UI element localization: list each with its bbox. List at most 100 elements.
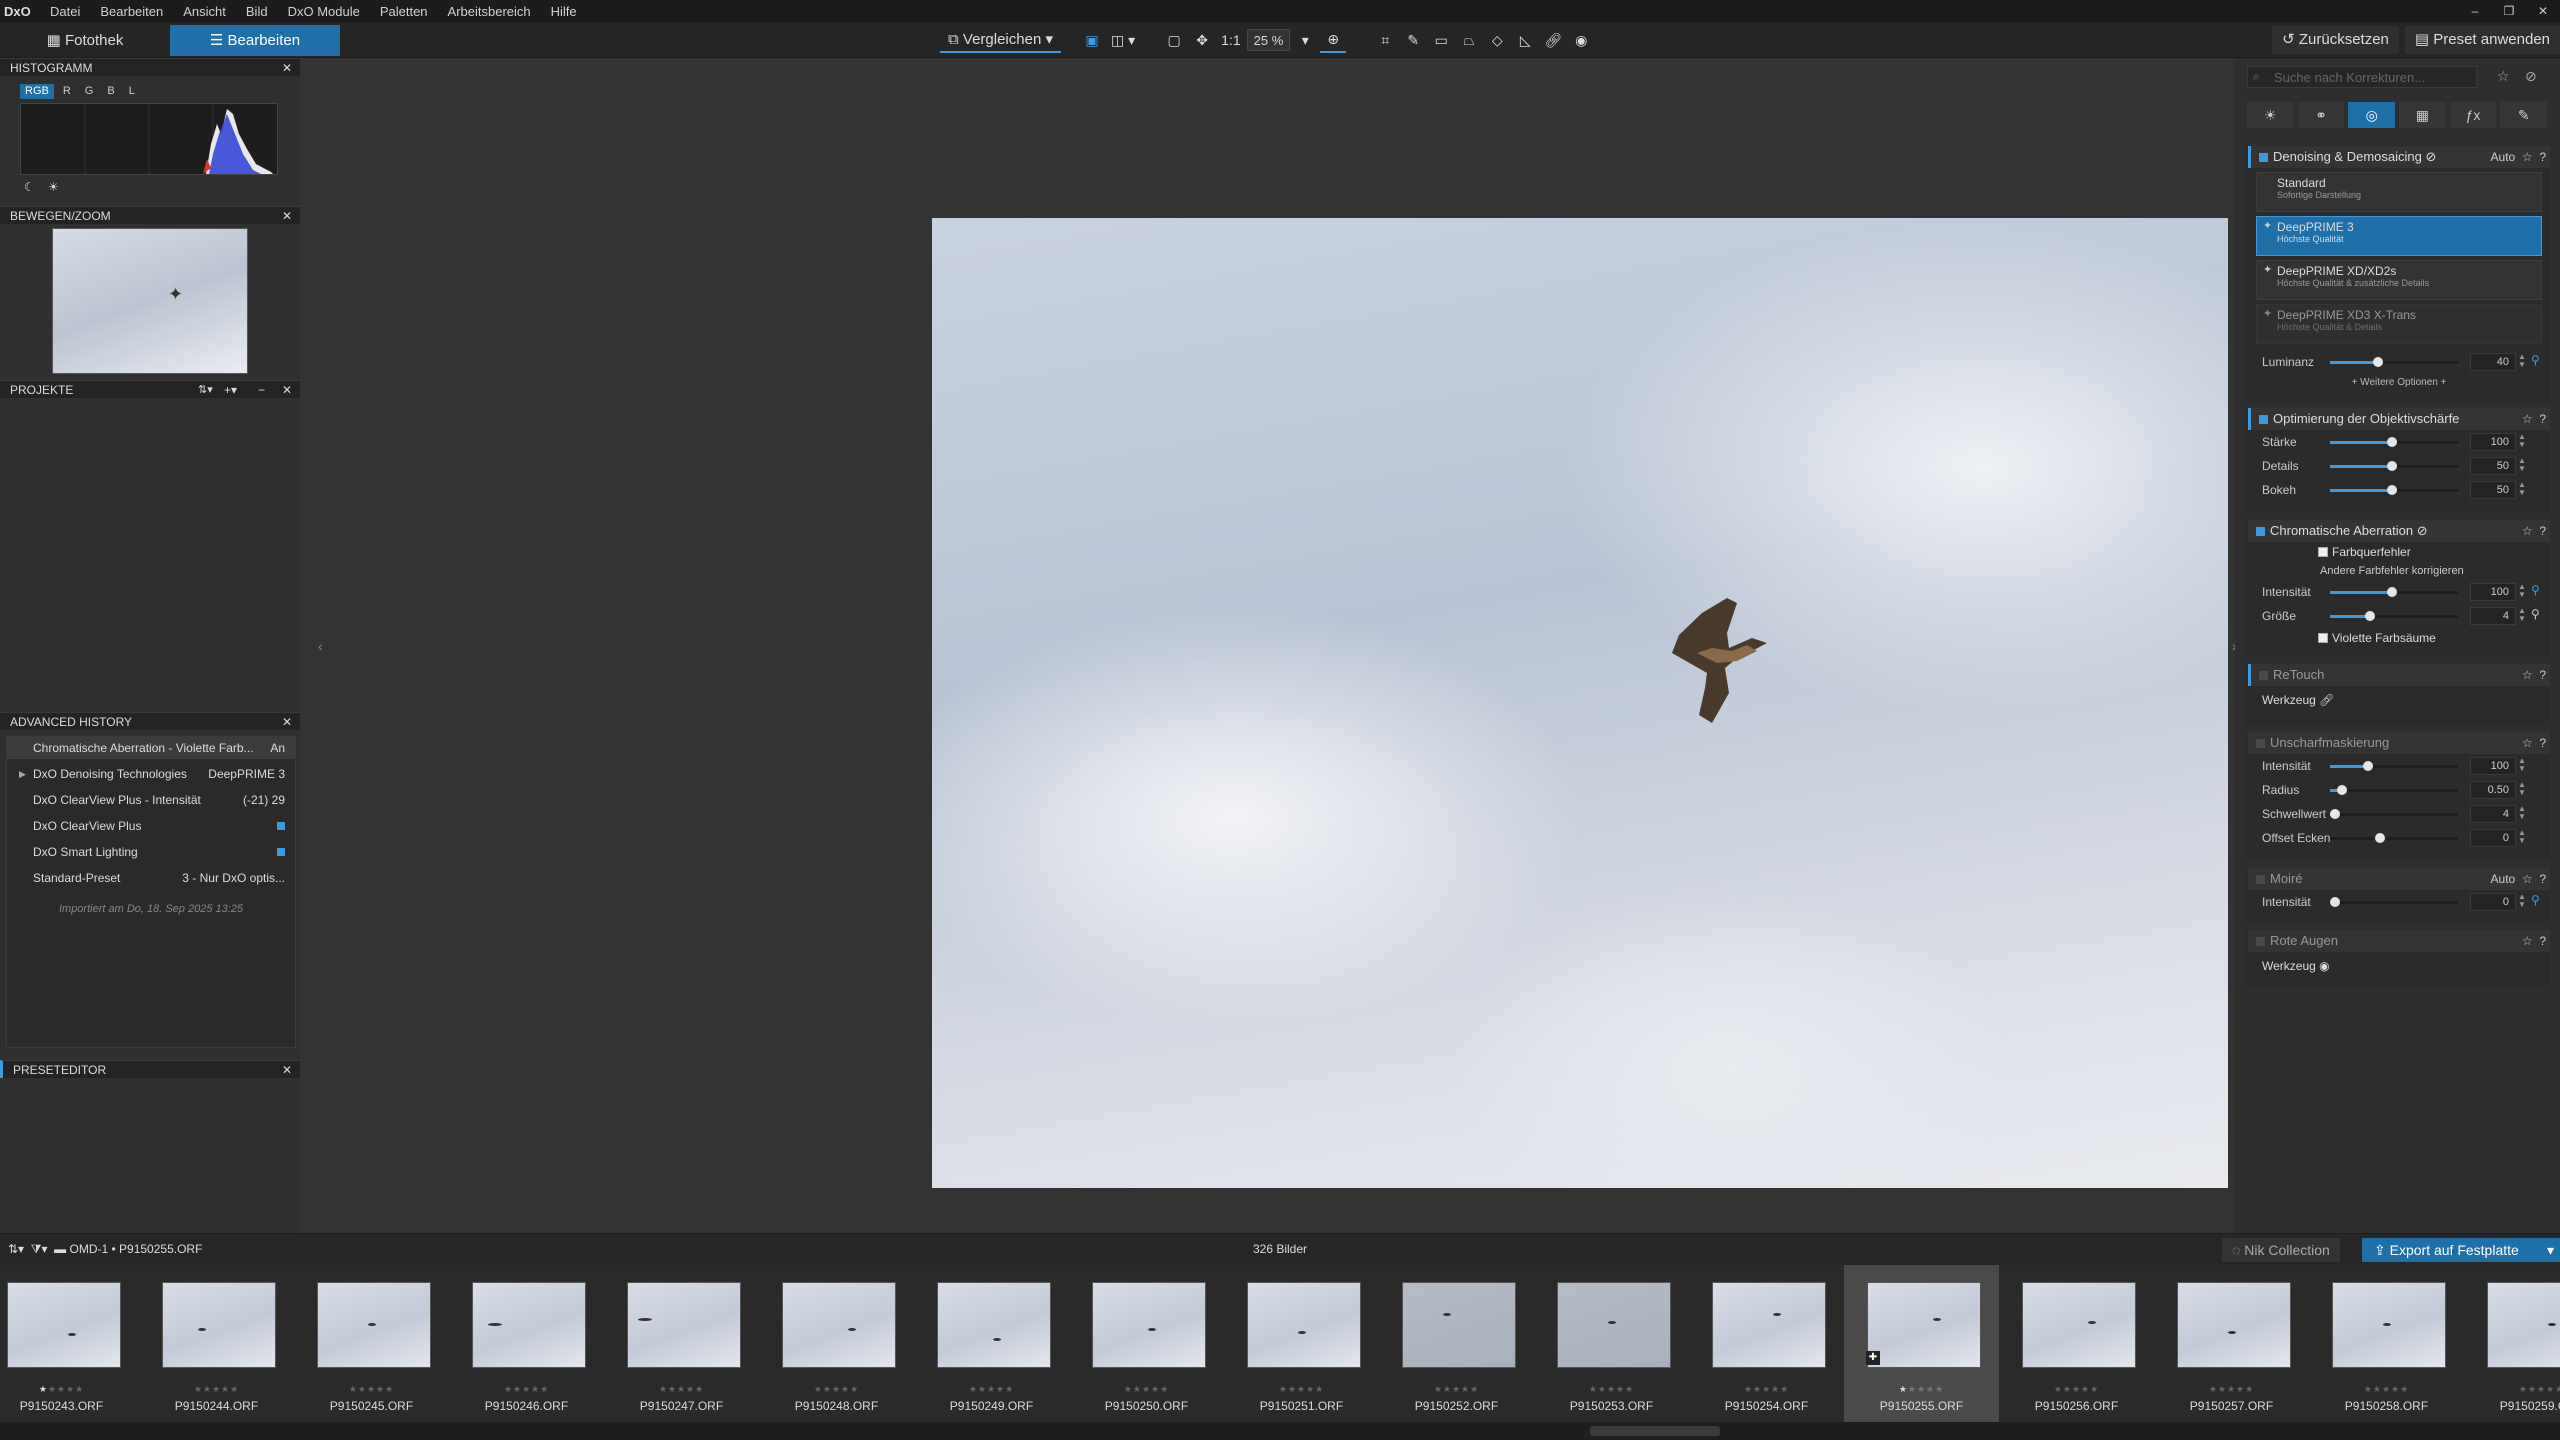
geometry-icon[interactable]: ▦: [2399, 102, 2446, 128]
thumbnail[interactable]: ★★★★★ P9150251.ORF: [1224, 1265, 1379, 1422]
menu-arbeitsbereich[interactable]: Arbeitsbereich: [438, 4, 541, 19]
slider-knob[interactable]: [2387, 437, 2397, 447]
slider-knob[interactable]: [2387, 461, 2397, 471]
horizon-icon[interactable]: ▭: [1428, 27, 1454, 53]
thumbnail[interactable]: ★★★★★ P9150254.ORF: [1689, 1265, 1844, 1422]
local-icon[interactable]: ✎: [2500, 102, 2548, 128]
search-input[interactable]: Suche nach Korrekturen...: [2247, 66, 2477, 88]
help-icon[interactable]: ?: [2539, 872, 2546, 886]
filmstrip-scrollbar[interactable]: [0, 1422, 2560, 1440]
chroma-header[interactable]: Chromatische Aberration ⊘ ☆ ?: [2248, 520, 2550, 542]
history-row[interactable]: DxO Smart Lighting: [7, 841, 295, 863]
slider-knob[interactable]: [2337, 785, 2347, 795]
effects-icon[interactable]: ƒx: [2449, 102, 2497, 128]
help-icon[interactable]: ?: [2539, 150, 2546, 164]
rating-stars[interactable]: ★★★★★: [759, 1384, 914, 1395]
rating-stars[interactable]: ★★★★★: [604, 1384, 759, 1395]
redeye-header[interactable]: Rote Augen ☆ ?: [2248, 930, 2550, 952]
menu-paletten[interactable]: Paletten: [370, 4, 438, 19]
rating-stars[interactable]: ★★★★★: [2154, 1384, 2309, 1395]
close-icon[interactable]: ✕: [282, 1061, 292, 1079]
unsharp-toggle[interactable]: [2256, 739, 2265, 748]
history-row[interactable]: DxO ClearView Plus - Intensität (-21) 29: [7, 789, 295, 811]
checkbox[interactable]: [2318, 633, 2328, 643]
unsharp-header[interactable]: Unscharfmaskierung ☆ ?: [2248, 732, 2550, 754]
slider-knob[interactable]: [2387, 485, 2397, 495]
denoise-option[interactable]: ✦ DeepPRIME XD3 X-Trans Höchste Qualität &…: [2256, 304, 2542, 344]
eye-icon[interactable]: ◉: [2319, 959, 2329, 973]
stepper-icon[interactable]: ▲ ▼: [2518, 805, 2526, 821]
slider-knob[interactable]: [2375, 833, 2385, 843]
rating-stars[interactable]: ★★★★★: [449, 1384, 604, 1395]
thumbnail[interactable]: ★★★★★ P9150244.ORF: [139, 1265, 294, 1422]
denoise-option[interactable]: Standard Sofortige Darstellung: [2256, 172, 2542, 212]
slider-track[interactable]: [2330, 357, 2458, 367]
slider-value[interactable]: 0: [2470, 893, 2516, 911]
stepper-icon[interactable]: ▲ ▼: [2518, 757, 2526, 773]
retouch-toggle[interactable]: [2259, 671, 2268, 680]
close-icon[interactable]: ✕: [282, 207, 292, 225]
auto-wand-icon[interactable]: ⚲: [2531, 583, 2540, 597]
chevron-down-icon[interactable]: ▾: [2547, 1238, 2554, 1262]
crop-icon[interactable]: ⌗: [1372, 27, 1398, 53]
auto-wand-icon[interactable]: ⚲: [2531, 353, 2540, 367]
slider-knob[interactable]: [2365, 611, 2375, 621]
rating-stars[interactable]: ★★★★★: [1689, 1384, 1844, 1395]
history-row[interactable]: ▶ DxO Denoising Technologies DeepPRIME 3: [7, 763, 295, 785]
thumbnail-selected[interactable]: ✚ ★★★★★ P9150255.ORF: [1844, 1265, 1999, 1422]
channel-r[interactable]: R: [58, 84, 76, 99]
thumbnail[interactable]: ★★★★★ P9150243.ORF: [0, 1265, 139, 1422]
minimize-icon[interactable]: –: [2458, 0, 2492, 22]
bandage-icon[interactable]: 🩹︎: [2319, 693, 2334, 707]
denoise-header[interactable]: Denoising & Demosaicing ⊘ Auto ☆ ?: [2248, 146, 2550, 168]
purple-fringe-checkbox[interactable]: Violette Farbsäume: [2248, 628, 2550, 648]
channel-rgb[interactable]: RGB: [20, 84, 54, 99]
stepper-icon[interactable]: ▲ ▼: [2518, 893, 2526, 909]
moire-intensity-slider[interactable]: Intensität 0 ▲ ▼ ⚲: [2248, 890, 2550, 914]
close-icon[interactable]: ✕: [282, 381, 292, 399]
chroma-intensity-slider[interactable]: Intensität 100 ▲ ▼ ⚲: [2248, 580, 2550, 604]
slider-value[interactable]: 100: [2470, 757, 2516, 775]
perspective-icon[interactable]: ⏢: [1456, 27, 1482, 53]
highlight-clip-icon[interactable]: ☀: [48, 180, 59, 194]
thumbnail[interactable]: ★★★★★ P9150253.ORF: [1534, 1265, 1689, 1422]
denoise-toggle[interactable]: [2259, 153, 2268, 162]
collapse-left-icon[interactable]: ‹: [318, 638, 323, 654]
thumbnail[interactable]: ★★★★★ P9150245.ORF: [294, 1265, 449, 1422]
compare-button[interactable]: ⧉ Vergleichen ▾: [940, 27, 1061, 53]
shadow-clip-icon[interactable]: ☾: [24, 180, 35, 194]
apply-preset-button[interactable]: ▤ Preset anwenden: [2404, 26, 2560, 54]
thumbnail[interactable]: ★★★★★ P9150249.ORF: [914, 1265, 1069, 1422]
filter-icon[interactable]: ⧩▾: [31, 1242, 48, 1256]
rating-stars[interactable]: ★★★★★: [0, 1384, 139, 1395]
auto-wand-icon[interactable]: ⚲: [2531, 893, 2540, 907]
navigator-thumbnail[interactable]: ✦: [52, 228, 248, 374]
slider-value[interactable]: 0: [2470, 829, 2516, 847]
checkbox[interactable]: [2318, 547, 2328, 557]
menu-hilfe[interactable]: Hilfe: [541, 4, 587, 19]
retouch-header[interactable]: ReTouch ☆ ?: [2248, 664, 2550, 686]
rating-stars[interactable]: ★★★★★: [1069, 1384, 1224, 1395]
denoise-mode[interactable]: Auto: [2491, 150, 2516, 164]
rating-stars[interactable]: ★★★★★: [294, 1384, 449, 1395]
star-icon[interactable]: ☆: [2522, 412, 2533, 426]
repair-icon[interactable]: 🔗︎: [1540, 27, 1566, 53]
histogram-header[interactable]: HISTOGRAMM ✕: [0, 58, 300, 76]
slider-knob[interactable]: [2373, 357, 2383, 367]
slider-value[interactable]: 100: [2470, 583, 2516, 601]
stepper-icon[interactable]: ▲ ▼: [2518, 607, 2526, 623]
history-row[interactable]: DxO ClearView Plus: [7, 815, 295, 837]
mask-icon[interactable]: ◺: [1512, 27, 1538, 53]
more-options-link[interactable]: + Weitere Optionen +: [2248, 374, 2550, 392]
fit-icon[interactable]: ▢: [1161, 27, 1187, 53]
chroma-toggle[interactable]: [2256, 527, 2265, 536]
zoom-select[interactable]: 25 %: [1246, 29, 1291, 51]
channel-g[interactable]: G: [80, 84, 99, 99]
menu-datei[interactable]: Datei: [40, 4, 90, 19]
thumbnail[interactable]: ★★★★★ P9150258.ORF: [2309, 1265, 2464, 1422]
star-icon[interactable]: ☆: [2522, 524, 2533, 538]
redeye-toggle[interactable]: [2256, 937, 2265, 946]
move-icon[interactable]: ✥: [1189, 27, 1215, 53]
thumbnail[interactable]: ★★★★★ P9150248.ORF: [759, 1265, 914, 1422]
local-adjust-icon[interactable]: ◇: [1484, 27, 1510, 53]
